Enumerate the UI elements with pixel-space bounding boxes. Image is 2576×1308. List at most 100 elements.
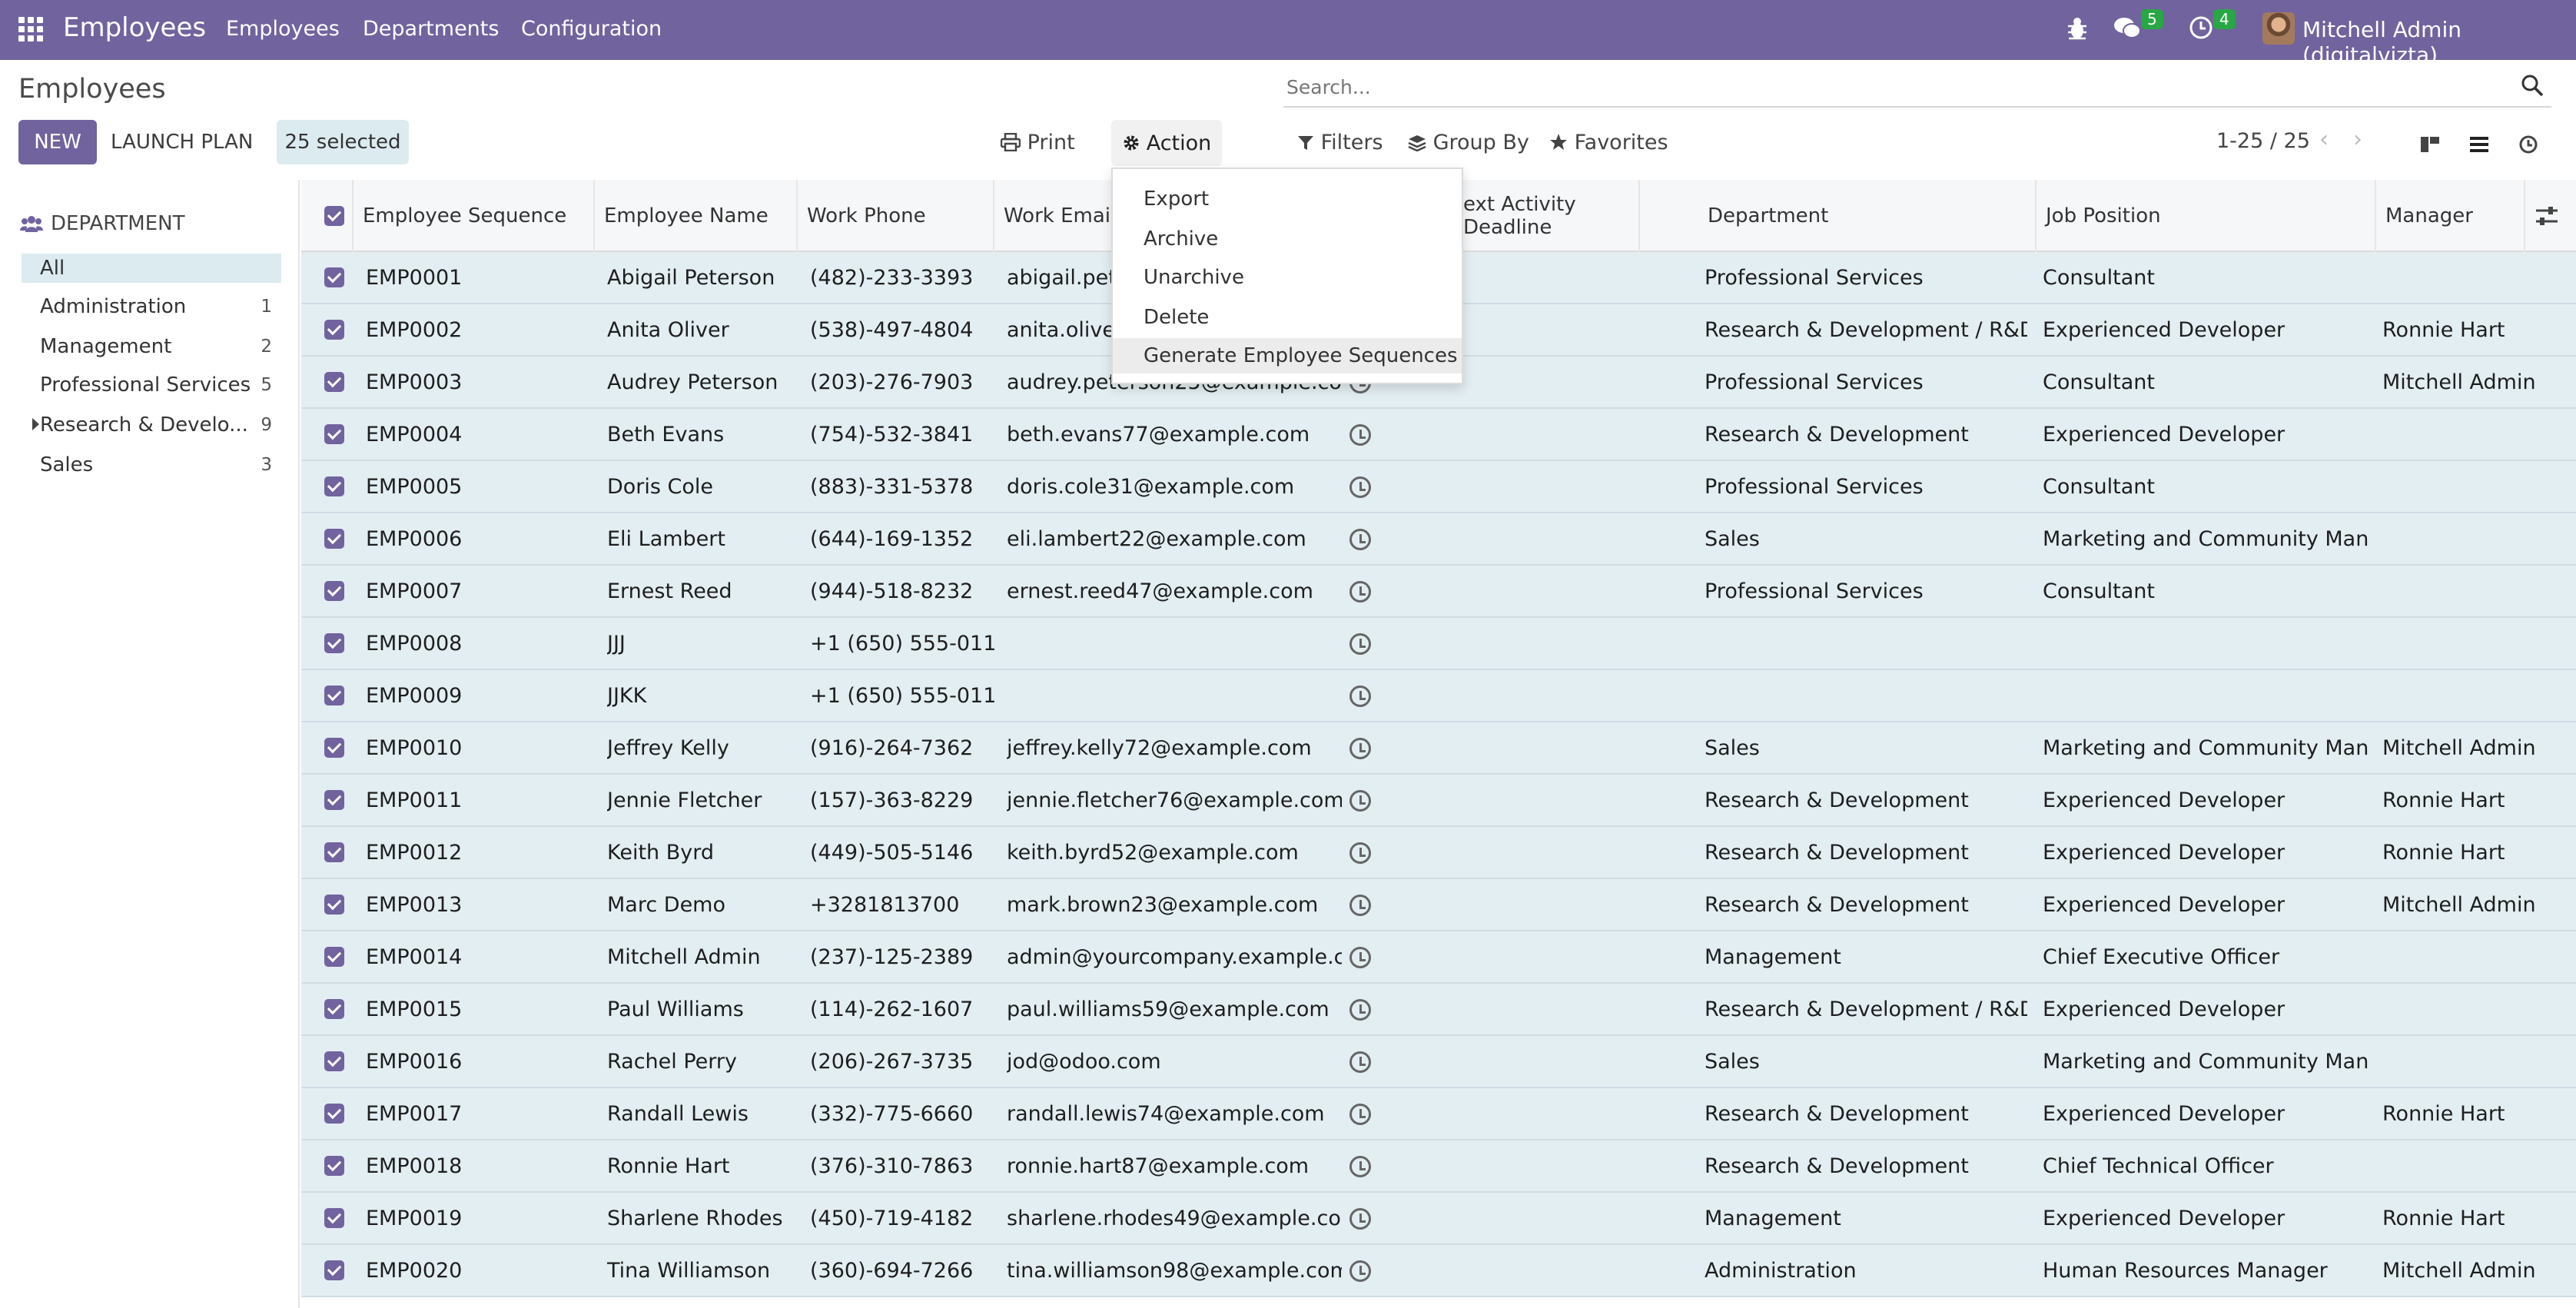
favorites-button[interactable]: Favorites (1549, 131, 1668, 154)
table-row[interactable]: EMP0018 Ronnie Hart (376)-310-7863 ronnie.h… (301, 1140, 2576, 1193)
row-checkbox[interactable] (324, 1051, 344, 1071)
new-button[interactable]: NEW (18, 120, 97, 164)
activity-clock-icon[interactable] (1349, 947, 1371, 968)
sidebar-item-all[interactable]: All (22, 254, 281, 283)
pager-previous-icon[interactable]: ‹ (2319, 126, 2329, 153)
menu-item-archive[interactable]: Archive (1113, 221, 1462, 257)
activity-clock-icon[interactable] (1349, 842, 1371, 864)
select-all-checkbox[interactable] (324, 206, 344, 226)
table-row[interactable]: EMP0013 Marc Demo +3281813700 mark.brown23@… (301, 879, 2576, 931)
sidebar-item-research-development[interactable]: Research & Develo... 9 (22, 410, 281, 440)
activity-clock-icon[interactable] (1349, 895, 1371, 916)
row-checkbox[interactable] (324, 738, 344, 758)
activity-clock-icon[interactable] (1349, 790, 1371, 812)
menu-item-unarchive[interactable]: Unarchive (1113, 260, 1462, 295)
sidebar-item-professional-services[interactable]: Professional Services 5 (22, 370, 281, 400)
table-row[interactable]: EMP0019 Sharlene Rhodes (450)-719-4182 shar… (301, 1193, 2576, 1245)
menu-item-delete[interactable]: Delete (1113, 300, 1462, 335)
row-checkbox[interactable] (324, 320, 344, 340)
pager-next-icon[interactable]: › (2353, 126, 2362, 153)
table-row[interactable]: EMP0015 Paul Williams (114)-262-1607 paul.w… (301, 984, 2576, 1036)
activity-view-icon[interactable] (2513, 129, 2544, 160)
menu-configuration[interactable]: Configuration (521, 17, 662, 41)
row-checkbox[interactable] (324, 1260, 344, 1280)
column-employee-name[interactable]: Employee Name (595, 180, 798, 252)
debug-bug-icon[interactable] (2066, 15, 2089, 41)
row-checkbox[interactable] (324, 1208, 344, 1228)
group-by-button[interactable]: Group By (1408, 131, 1529, 154)
row-checkbox[interactable] (324, 633, 344, 653)
table-row[interactable]: EMP0007 Ernest Reed (944)-518-8232 ernest.r… (301, 566, 2576, 618)
column-employee-sequence[interactable]: Employee Sequence (354, 180, 595, 252)
table-row[interactable]: EMP0014 Mitchell Admin (237)-125-2389 admin… (301, 931, 2576, 984)
activity-clock-icon[interactable] (1349, 476, 1371, 498)
row-checkbox[interactable] (324, 842, 344, 862)
kanban-view-icon[interactable] (2415, 129, 2445, 160)
activity-clock-icon[interactable] (1349, 1051, 1371, 1073)
list-view-icon[interactable] (2464, 129, 2495, 160)
activity-clock-icon[interactable] (1349, 1260, 1371, 1282)
menu-item-generate-employee-sequences[interactable]: Generate Employee Sequences (1113, 338, 1462, 373)
column-work-phone[interactable]: Work Phone (798, 180, 994, 252)
row-checkbox[interactable] (324, 424, 344, 444)
row-checkbox[interactable] (324, 947, 344, 967)
table-row[interactable]: EMP0006 Eli Lambert (644)-169-1352 eli.lamb… (301, 513, 2576, 566)
activity-clock-icon[interactable] (1349, 1104, 1371, 1125)
column-manager[interactable]: Manager (2376, 180, 2525, 252)
column-next-activity-deadline[interactable]: ext Activity Deadline (1454, 180, 1646, 252)
activity-clock-icon[interactable] (1349, 686, 1371, 707)
table-row[interactable]: EMP0009 JJKK +1 (650) 555-0111 (301, 670, 2576, 722)
table-row[interactable]: EMP0011 Jennie Fletcher (157)-363-8229 jenn… (301, 775, 2576, 827)
activity-clock-icon[interactable] (1349, 581, 1371, 603)
table-row[interactable]: EMP0012 Keith Byrd (449)-505-5146 keith.byr… (301, 827, 2576, 879)
sidebar-item-administration[interactable]: Administration 1 (22, 292, 281, 321)
row-checkbox[interactable] (324, 267, 344, 287)
row-checkbox[interactable] (324, 790, 344, 810)
table-row[interactable]: EMP0010 Jeffrey Kelly (916)-264-7362 jeffre… (301, 722, 2576, 775)
table-row[interactable]: EMP0016 Rachel Perry (206)-267-3735 jod@odo… (301, 1036, 2576, 1088)
table-row[interactable]: EMP0020 Tina Williamson (360)-694-7266 tina… (301, 1245, 2576, 1297)
activity-clock-icon[interactable] (1349, 424, 1371, 446)
row-checkbox[interactable] (324, 895, 344, 915)
row-checkbox[interactable] (324, 529, 344, 549)
activity-clock-icon[interactable] (1349, 999, 1371, 1021)
search-input[interactable] (1286, 71, 2485, 103)
row-checkbox[interactable] (324, 476, 344, 496)
filters-button[interactable]: Filters (1297, 131, 1383, 154)
sidebar-item-management[interactable]: Management 2 (22, 332, 281, 361)
row-checkbox[interactable] (324, 999, 344, 1019)
activity-clock-icon[interactable] (1349, 633, 1371, 655)
table-row[interactable]: EMP0005 Doris Cole (883)-331-5378 doris.col… (301, 461, 2576, 513)
pager-value[interactable]: 1-25 / 25 (2216, 129, 2310, 153)
activity-clock-icon[interactable] (1349, 529, 1371, 550)
row-checkbox[interactable] (324, 1104, 344, 1124)
optional-columns-icon[interactable] (2535, 204, 2559, 227)
menu-employees[interactable]: Employees (226, 17, 340, 41)
search-icon[interactable] (2519, 72, 2545, 98)
row-checkbox[interactable] (324, 581, 344, 601)
table-row[interactable]: EMP0004 Beth Evans (754)-532-3841 beth.evan… (301, 409, 2576, 461)
column-job-position[interactable]: Job Position (2037, 180, 2376, 252)
app-brand[interactable]: Employees (63, 12, 206, 43)
user-avatar[interactable] (2262, 12, 2295, 45)
row-checkbox[interactable] (324, 686, 344, 705)
activity-clock-icon[interactable] (1349, 1208, 1371, 1230)
row-checkbox[interactable] (324, 372, 344, 392)
expand-caret-icon[interactable] (32, 418, 39, 430)
menu-departments[interactable]: Departments (363, 17, 499, 41)
table-row[interactable]: EMP0017 Randall Lewis (332)-775-6660 randal… (301, 1088, 2576, 1140)
menu-item-export[interactable]: Export (1113, 181, 1462, 217)
apps-grid-icon[interactable] (18, 17, 43, 41)
action-button[interactable]: Action (1111, 120, 1222, 166)
sidebar-item-sales[interactable]: Sales 3 (22, 450, 281, 480)
messages-icon[interactable] (2113, 15, 2141, 41)
row-checkbox[interactable] (324, 1156, 344, 1176)
table-row[interactable]: EMP0008 JJJ +1 (650) 555-0111 (301, 618, 2576, 670)
user-menu[interactable]: Mitchell Admin (digitalvizta) (2302, 17, 2576, 68)
activities-clock-icon[interactable] (2189, 15, 2213, 40)
activity-clock-icon[interactable] (1349, 738, 1371, 759)
column-department[interactable]: Department (1698, 180, 2037, 252)
selected-count[interactable]: 25 selected (277, 120, 409, 164)
launch-plan-button[interactable]: LAUNCH PLAN (111, 120, 253, 164)
activity-clock-icon[interactable] (1349, 1156, 1371, 1177)
